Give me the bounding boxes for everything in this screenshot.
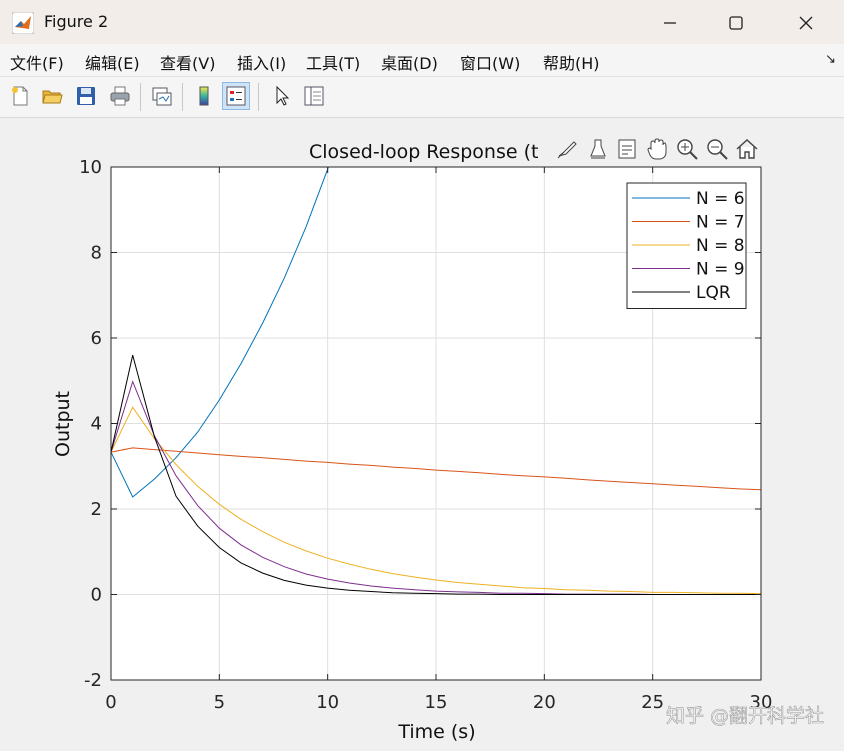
- y-axis-label: Output: [52, 391, 74, 457]
- pan-icon: [647, 138, 667, 160]
- legend[interactable]: N = 6 N = 7 N = 8 N = 9 LQR: [626, 182, 747, 309]
- chart: 0 5 10 15 20 25 30-20246810 Closed-loop Respon…: [52, 141, 824, 743]
- restore-view-button[interactable]: [614, 135, 640, 163]
- zoom-in-icon: [677, 139, 698, 160]
- restore-view-icon: [618, 139, 636, 159]
- x-tick-label: 20: [533, 692, 556, 713]
- x-tick-label: 25: [641, 692, 664, 713]
- home-icon: [736, 139, 758, 159]
- data-tips-icon: [590, 139, 606, 159]
- x-tick-label: 15: [425, 692, 448, 713]
- x-tick-label: 0: [105, 692, 116, 713]
- x-axis-label: Time (s): [397, 721, 475, 743]
- x-tick-label: 5: [214, 692, 225, 713]
- zoom-in-button[interactable]: [674, 135, 700, 163]
- y-tick-label: 0: [91, 585, 102, 606]
- y-tick-label: 6: [91, 328, 102, 349]
- legend-entry: N = 7: [696, 213, 745, 233]
- y-tick-label: 4: [91, 414, 102, 435]
- data-tips-button[interactable]: [585, 135, 611, 163]
- pan-button[interactable]: [644, 135, 670, 163]
- legend-entry: N = 8: [696, 236, 745, 256]
- chart-title: Closed-loop Response (t: [309, 141, 538, 163]
- y-tick-label: -2: [84, 670, 102, 691]
- legend-entry: LQR: [696, 283, 731, 303]
- zoom-out-button[interactable]: [704, 135, 730, 163]
- y-tick-label: 2: [91, 499, 102, 520]
- x-tick-label: 10: [316, 692, 339, 713]
- legend-entry: N = 9: [696, 260, 745, 280]
- watermark: 知乎 @翻开科学社: [666, 705, 824, 727]
- y-tick-label: 10: [79, 157, 102, 178]
- brush-data-icon: [557, 141, 577, 159]
- home-button[interactable]: [734, 135, 760, 163]
- y-tick-label: 8: [91, 243, 102, 264]
- zoom-out-icon: [707, 139, 728, 160]
- brush-data-button[interactable]: [554, 135, 580, 163]
- legend-entry: N = 6: [696, 189, 745, 209]
